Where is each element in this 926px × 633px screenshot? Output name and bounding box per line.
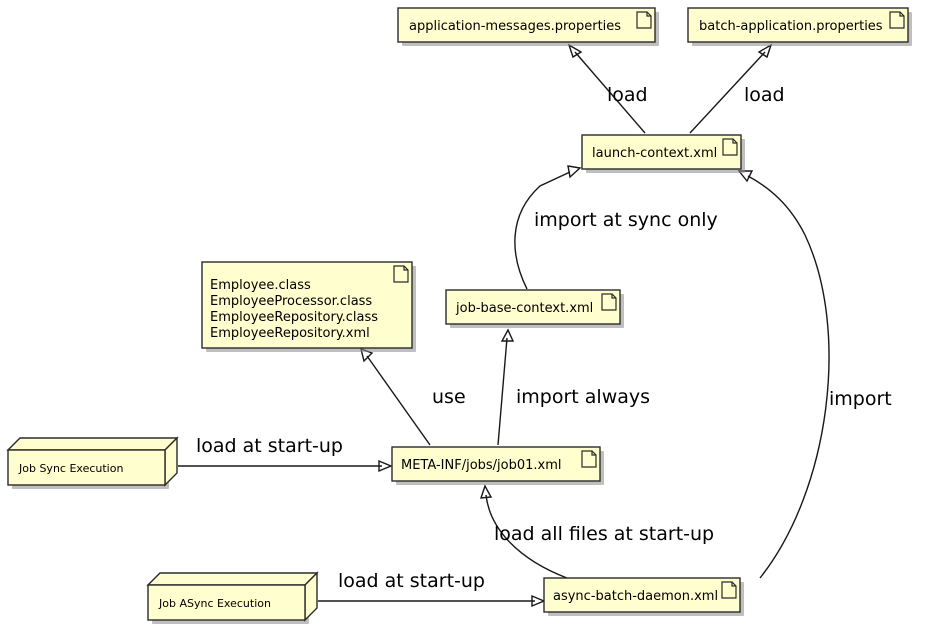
artifact-employee-classes[interactable]: Employee.class EmployeeProcessor.class E… xyxy=(201,261,416,352)
artifact-label-line-3: EmployeeRepository.class xyxy=(210,310,378,325)
artifact-batch-application-properties[interactable]: batch-application.properties xyxy=(687,7,912,46)
artifact-job-base-context-xml[interactable]: job-base-context.xml xyxy=(445,289,624,328)
artifact-launch-context-xml[interactable]: launch-context.xml xyxy=(581,134,745,173)
edge-async-batch-daemon-to-job01: load all files at start-up xyxy=(479,484,714,579)
edge-label-load-at-start-up-1: load at start-up xyxy=(196,435,343,457)
edge-job01-to-employee-classes: use xyxy=(360,347,466,446)
document-icon xyxy=(601,293,617,311)
edge-job-sync-execution-to-job01: load at start-up xyxy=(178,435,393,473)
edge-job-base-context-to-launch-context: import at sync only xyxy=(514,165,718,290)
edge-launch-context-to-application-messages: load xyxy=(567,43,648,134)
document-icon xyxy=(889,11,905,29)
edge-line xyxy=(497,337,508,446)
node-job-sync-execution[interactable]: Job Sync Execution xyxy=(6,436,179,489)
edge-launch-context-to-batch-application: load xyxy=(689,43,785,134)
node-3d-top-face xyxy=(6,437,179,451)
arrow-head-icon xyxy=(567,165,582,179)
edge-line xyxy=(366,355,431,446)
document-icon xyxy=(721,581,737,599)
artifact-label: application-messages.properties xyxy=(409,19,621,34)
plantuml-diagram-canvas: load load import at sync only import use… xyxy=(0,0,926,633)
edge-label-import-at-sync-only: import at sync only xyxy=(534,209,718,231)
document-icon xyxy=(581,450,597,468)
arrow-head-icon xyxy=(567,43,583,59)
edge-label-load-1: load xyxy=(607,84,648,106)
artifact-label-line-4: EmployeeRepository.xml xyxy=(210,326,370,341)
document-icon xyxy=(722,138,738,156)
document-icon xyxy=(636,11,652,29)
artifact-label-line-2: EmployeeProcessor.class xyxy=(210,294,372,309)
node-job-async-execution[interactable]: Job ASync Execution xyxy=(146,571,319,624)
artifact-label: async-batch-daemon.xml xyxy=(553,589,718,604)
node-label: Job ASync Execution xyxy=(158,597,271,610)
edge-label-import-always: import always xyxy=(516,386,650,408)
edge-job-async-execution-to-async-batch-daemon: load at start-up xyxy=(318,570,546,608)
edge-label-load-2: load xyxy=(744,84,785,106)
diagram-svg: load load import at sync only import use… xyxy=(6,7,912,624)
artifact-label-line-1: Employee.class xyxy=(210,278,311,293)
edge-label-import: import xyxy=(829,388,892,410)
edge-line xyxy=(747,175,830,579)
edge-async-batch-daemon-to-launch-context: import xyxy=(737,170,892,579)
artifact-label: job-base-context.xml xyxy=(455,301,593,316)
artifact-label: META-INF/jobs/job01.xml xyxy=(401,458,562,473)
node-label: Job Sync Execution xyxy=(18,462,123,475)
artifact-application-messages-properties[interactable]: application-messages.properties xyxy=(397,7,659,46)
artifact-label: batch-application.properties xyxy=(699,19,883,34)
edge-label-load-all-files-at-start-up: load all files at start-up xyxy=(494,523,714,545)
edge-job01-to-job-base-context: import always xyxy=(497,328,650,446)
edge-label-load-at-start-up-2: load at start-up xyxy=(338,570,485,592)
artifact-meta-inf-jobs-job01-xml[interactable]: META-INF/jobs/job01.xml xyxy=(391,446,604,485)
node-3d-top-face xyxy=(146,572,319,586)
document-icon xyxy=(393,265,409,283)
artifact-label: launch-context.xml xyxy=(592,146,717,161)
arrow-head-icon xyxy=(757,43,773,59)
artifact-async-batch-daemon-xml[interactable]: async-batch-daemon.xml xyxy=(543,577,744,616)
edge-label-use: use xyxy=(432,386,466,408)
